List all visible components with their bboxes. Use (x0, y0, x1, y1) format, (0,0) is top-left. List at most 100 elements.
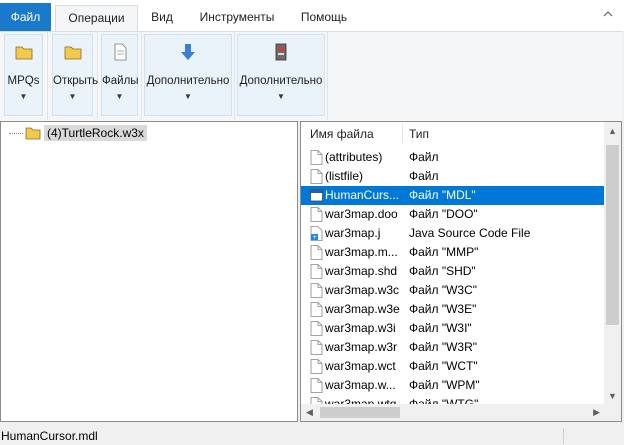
column-header-type[interactable]: Тип (409, 122, 429, 145)
java-file-icon: + (310, 226, 323, 241)
ribbon-panel: MPQs ▼ Открыть ▼ Файлы ▼ Дополнительно ▼… (0, 31, 622, 122)
mpqs-button[interactable]: MPQs ▼ (4, 34, 43, 116)
scroll-left-icon[interactable]: ◀ (306, 407, 313, 418)
table-row[interactable]: war3map.m... Файл "MMP" (301, 243, 604, 262)
file-icon (310, 245, 323, 260)
model-file-icon (310, 189, 323, 202)
file-icon (310, 169, 323, 184)
table-row[interactable]: war3map.w3i Файл "W3I" (301, 319, 604, 338)
svg-text:+: + (312, 234, 317, 241)
extra-button[interactable]: Дополнительно ▼ (144, 34, 232, 116)
table-row[interactable]: (listfile) Файл (301, 167, 604, 186)
file-type-cell: Файл (409, 150, 439, 164)
file-rows: (attributes) Файл (listfile) Файл HumanCurs.… (301, 148, 604, 414)
files-button[interactable]: Файлы ▼ (101, 34, 139, 116)
tree-connector (9, 132, 23, 134)
ribbon-group-extra-2: Дополнительно ▼ (235, 32, 328, 120)
folder-icon (15, 46, 32, 60)
file-icon (310, 150, 323, 165)
status-bar: HumanCursor.mdl (0, 424, 624, 445)
vertical-scroll-thumb[interactable] (606, 145, 619, 325)
table-row[interactable]: war3map.w3r Файл "W3R" (301, 338, 604, 357)
table-row[interactable]: + war3map.j Java Source Code File (301, 224, 604, 243)
file-name-cell: (listfile) (325, 169, 363, 183)
file-type-cell: Файл "W3E" (409, 302, 477, 316)
file-name-cell: war3map.j (325, 226, 381, 240)
file-icon (310, 378, 323, 393)
dropdown-arrow-icon: ▼ (184, 92, 192, 101)
file-icon (310, 264, 323, 279)
mpqs-label: MPQs (7, 75, 40, 87)
file-icon (310, 321, 323, 336)
status-text: HumanCursor.mdl (1, 429, 98, 443)
extra-label: Дополнительно (146, 75, 230, 87)
file-name-cell: war3map.w3r (325, 340, 398, 354)
folder-icon (64, 46, 81, 60)
horizontal-scroll-thumb[interactable] (320, 407, 400, 418)
file-icon (310, 283, 323, 298)
table-row[interactable]: war3map.wct Файл "WCT" (301, 357, 604, 376)
dropdown-arrow-icon: ▼ (277, 92, 285, 101)
tree-item-root[interactable]: (4)TurtleRock.w3x (9, 124, 147, 142)
file-type-cell: Файл "WPM" (409, 378, 480, 392)
extra-label-2: Дополнительно (239, 75, 323, 87)
file-name-cell: war3map.w3e (325, 302, 400, 316)
tree-item-label: (4)TurtleRock.w3x (44, 125, 147, 141)
tab-file[interactable]: Файл (0, 3, 51, 31)
file-type-cell: Файл "MDL" (409, 188, 476, 202)
table-row[interactable]: war3map.w3c Файл "W3C" (301, 281, 604, 300)
dropdown-arrow-icon: ▼ (19, 92, 28, 101)
file-icon (310, 359, 323, 374)
extra-button-2[interactable]: Дополнительно ▼ (237, 34, 325, 116)
file-name-cell: HumanCurs... (325, 188, 400, 202)
dropdown-arrow-icon: ▼ (115, 92, 124, 101)
folder-icon (25, 127, 41, 140)
file-name-cell: war3map.m... (325, 245, 398, 259)
file-type-cell: Java Source Code File (409, 226, 531, 240)
horizontal-scrollbar[interactable]: ◀ ▶ (301, 404, 604, 421)
file-name-cell: war3map.wct (325, 359, 396, 373)
files-label: Файлы (102, 75, 139, 87)
file-name-cell: war3map.doo (325, 207, 398, 221)
file-name-cell: war3map.w3c (325, 283, 400, 297)
scroll-up-icon[interactable]: ▲ (608, 126, 617, 136)
table-row[interactable]: war3map.doo Файл "DOO" (301, 205, 604, 224)
ribbon-group-mpqs: MPQs ▼ (0, 32, 48, 120)
scroll-corner (604, 404, 621, 421)
table-row[interactable]: war3map.w3e Файл "W3E" (301, 300, 604, 319)
document-icon (114, 43, 126, 61)
table-row[interactable]: war3map.w... Файл "WPM" (301, 376, 604, 395)
file-type-cell: Файл "W3C" (409, 283, 478, 297)
chevron-up-icon[interactable] (602, 8, 614, 20)
table-row[interactable]: HumanCurs... Файл "MDL" (301, 186, 604, 205)
tab-tools[interactable]: Инструменты (192, 5, 282, 31)
file-type-cell: Файл "W3R" (409, 340, 478, 354)
tree-pane: (4)TurtleRock.w3x (0, 121, 298, 422)
scroll-down-icon[interactable]: ▼ (608, 391, 617, 401)
tab-operations[interactable]: Операции (55, 5, 138, 31)
file-type-cell: Файл "WCT" (409, 359, 478, 373)
file-type-cell: Файл "DOO" (409, 207, 478, 221)
status-divider (563, 428, 564, 444)
archive-icon (275, 43, 287, 61)
download-arrow-icon (181, 44, 195, 60)
file-name-cell: war3map.shd (325, 264, 398, 278)
column-header-name[interactable]: Имя файла (310, 122, 374, 145)
table-row[interactable]: war3map.shd Файл "SHD" (301, 262, 604, 281)
vertical-scrollbar[interactable]: ▲ ▼ (604, 122, 621, 404)
ribbon-tab-bar: Файл Операции Вид Инструменты Помощь (0, 0, 624, 31)
file-icon (310, 340, 323, 355)
tab-help[interactable]: Помощь (292, 5, 356, 31)
table-row[interactable]: (attributes) Файл (301, 148, 604, 167)
file-name-cell: war3map.w... (325, 378, 396, 392)
open-button[interactable]: Открыть ▼ (52, 34, 99, 116)
tab-view[interactable]: Вид (142, 5, 182, 31)
file-icon (310, 207, 323, 222)
ribbon-group-files: Файлы ▼ (98, 32, 142, 120)
ribbon-group-extra: Дополнительно ▼ (142, 32, 235, 120)
file-icon (310, 302, 323, 317)
column-divider[interactable] (402, 124, 403, 143)
list-header: Имя файла Тип (301, 122, 604, 145)
scroll-right-icon[interactable]: ▶ (593, 407, 600, 418)
open-label: Открыть (53, 75, 99, 87)
